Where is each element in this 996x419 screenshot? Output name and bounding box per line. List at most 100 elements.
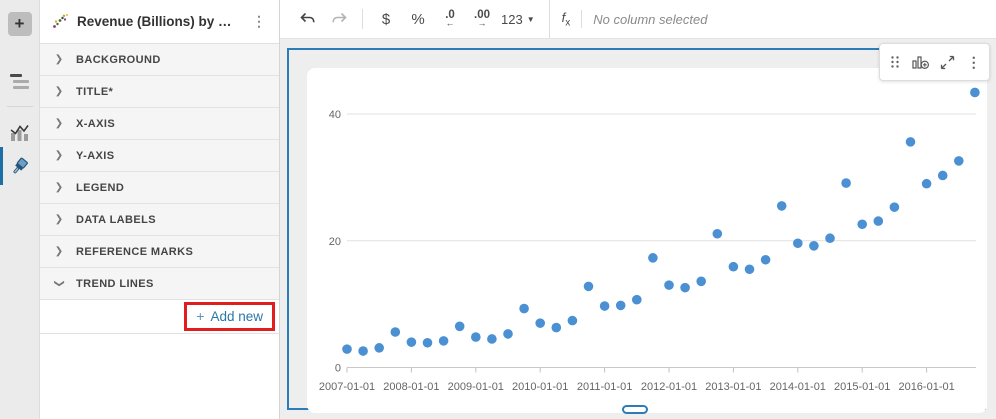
- data-point[interactable]: [809, 241, 819, 251]
- x-tick-label: 2012-01-01: [641, 381, 697, 393]
- data-point[interactable]: [745, 264, 755, 274]
- data-point[interactable]: [632, 295, 642, 305]
- redo-button[interactable]: [326, 5, 352, 33]
- section-label: REFERENCE MARKS: [76, 246, 193, 258]
- panel-menu-kebab-icon[interactable]: ⋮: [249, 13, 269, 30]
- section-label: BACKGROUND: [76, 54, 161, 66]
- data-point[interactable]: [857, 219, 867, 229]
- sidebar-header: Revenue (Billions) by Quar... ⋮: [40, 0, 279, 44]
- x-tick-label: 2008-01-01: [383, 381, 439, 393]
- field-divider: [581, 10, 582, 28]
- data-point[interactable]: [680, 283, 690, 293]
- data-point[interactable]: [584, 282, 594, 292]
- data-point[interactable]: [696, 277, 706, 287]
- decrease-decimal-button[interactable]: .0 ←: [437, 5, 463, 33]
- data-point[interactable]: [391, 327, 401, 337]
- data-point[interactable]: [616, 301, 626, 311]
- formula-placeholder: No column selected: [593, 12, 707, 27]
- data-point[interactable]: [938, 171, 948, 181]
- data-point[interactable]: [729, 262, 739, 272]
- sidebar-section-legend[interactable]: ❯LEGEND: [40, 172, 279, 204]
- sidebar-section-trend-lines[interactable]: ❯TREND LINES: [40, 268, 279, 300]
- expand-chart-button[interactable]: [937, 49, 959, 75]
- data-point[interactable]: [600, 301, 610, 311]
- chevron-expanded-icon: ❯: [54, 279, 65, 289]
- data-point[interactable]: [906, 137, 916, 147]
- x-tick-label: 2016-01-01: [898, 381, 954, 393]
- visualization-button[interactable]: [0, 115, 40, 149]
- sidebar-section-title[interactable]: ❯ TITLE*: [40, 76, 279, 108]
- data-point[interactable]: [519, 304, 529, 314]
- data-point[interactable]: [761, 255, 771, 265]
- data-point[interactable]: [954, 156, 964, 166]
- section-label: X-AXIS: [76, 118, 115, 130]
- y-tick-label: 20: [329, 236, 341, 248]
- chart-hover-toolbar: ⋮: [879, 43, 990, 81]
- chevron-collapsed-icon: ❯: [54, 214, 64, 225]
- currency-format-button[interactable]: $: [373, 5, 399, 33]
- data-point[interactable]: [455, 322, 465, 332]
- data-point[interactable]: [407, 337, 417, 347]
- explore-chart-button[interactable]: [910, 49, 932, 75]
- drag-handle[interactable]: [884, 49, 906, 75]
- data-point[interactable]: [471, 332, 481, 342]
- data-point[interactable]: [568, 316, 578, 326]
- sidebar-section-reference-marks[interactable]: ❯REFERENCE MARKS: [40, 236, 279, 268]
- resize-handle[interactable]: [622, 405, 648, 414]
- section-label: TITLE*: [76, 86, 113, 98]
- data-point[interactable]: [922, 179, 932, 189]
- data-point[interactable]: [423, 338, 433, 348]
- data-point[interactable]: [358, 346, 368, 356]
- layers-button[interactable]: [0, 64, 40, 98]
- undo-button[interactable]: [294, 5, 320, 33]
- data-point[interactable]: [439, 336, 449, 346]
- data-point[interactable]: [793, 238, 803, 248]
- sidebar-section-data-labels[interactable]: ❯DATA LABELS: [40, 204, 279, 236]
- layers-icon: [10, 74, 29, 89]
- add-new-trend-line-link[interactable]: +Add new: [196, 308, 263, 324]
- data-point[interactable]: [552, 323, 562, 333]
- format-sections: ❯BACKGROUND❯TITLE*❯X-AXIS❯Y-AXIS❯LEGEND❯…: [40, 44, 279, 300]
- add-element-button[interactable]: +: [8, 12, 32, 36]
- data-point[interactable]: [713, 229, 723, 239]
- data-point[interactable]: [374, 343, 384, 353]
- chevron-collapsed-icon: ❯: [54, 118, 64, 129]
- data-point[interactable]: [503, 329, 513, 339]
- number-format-dropdown[interactable]: 123 ▼: [501, 5, 535, 33]
- section-label: LEGEND: [76, 182, 124, 194]
- kebab-icon: ⋮: [967, 54, 981, 71]
- increase-decimal-button[interactable]: .00 →: [469, 5, 495, 33]
- data-point[interactable]: [535, 318, 545, 328]
- formula-field[interactable]: fx No column selected: [549, 0, 996, 38]
- format-button[interactable]: [0, 149, 40, 183]
- sidebar-section-y-axis[interactable]: ❯Y-AXIS: [40, 140, 279, 172]
- data-point[interactable]: [777, 201, 787, 211]
- scatter-chart-icon: [52, 13, 69, 30]
- decrease-decimal-icon: .0 ←: [445, 11, 455, 26]
- data-point[interactable]: [664, 280, 674, 290]
- data-point[interactable]: [874, 216, 884, 226]
- sidebar-section-background[interactable]: ❯BACKGROUND: [40, 44, 279, 76]
- y-tick-label: 0: [335, 363, 341, 375]
- chevron-collapsed-icon: ❯: [54, 86, 64, 97]
- plus-icon: +: [196, 308, 204, 324]
- data-point[interactable]: [648, 253, 658, 263]
- sidebar-section-x-axis[interactable]: ❯ X-AXIS: [40, 108, 279, 140]
- data-point[interactable]: [342, 344, 352, 354]
- left-rail: +: [0, 0, 40, 419]
- format-toolbar: $ % .0 ← .00 → 123 ▼ fx No c: [280, 0, 996, 39]
- paintbrush-icon: [10, 157, 29, 176]
- x-tick-label: 2007-01-01: [319, 381, 375, 393]
- data-point[interactable]: [825, 233, 835, 243]
- percent-format-button[interactable]: %: [405, 5, 431, 33]
- fx-icon: fx: [562, 10, 571, 29]
- data-point[interactable]: [841, 178, 851, 188]
- main-area: $ % .0 ← .00 → 123 ▼ fx No c: [280, 0, 996, 419]
- chart-menu-button[interactable]: ⋮: [963, 49, 985, 75]
- rail-divider: [7, 106, 33, 107]
- data-point[interactable]: [970, 88, 980, 98]
- data-point[interactable]: [890, 202, 900, 212]
- selected-chart-widget[interactable]: 020402007-01-012008-01-012009-01-012010-…: [287, 48, 986, 410]
- data-point[interactable]: [487, 334, 497, 344]
- x-tick-label: 2014-01-01: [770, 381, 826, 393]
